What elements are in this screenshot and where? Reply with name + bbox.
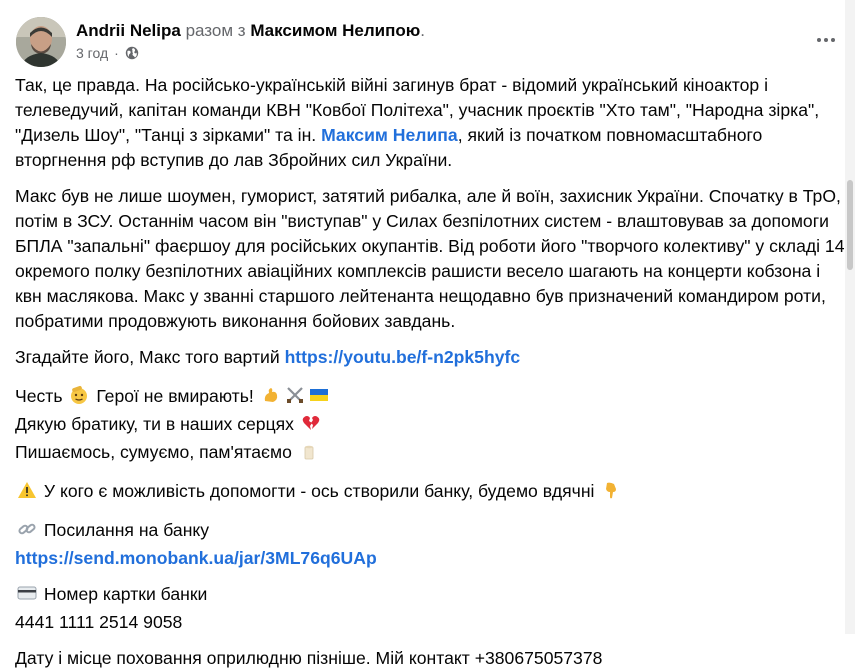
paragraph-6: Посилання на банку https://send.monobank… bbox=[15, 518, 845, 571]
honor-text: Честь bbox=[15, 386, 63, 406]
paragraph-8: Дату і місце поховання оприлюдню пізніше… bbox=[15, 648, 603, 668]
mention-link[interactable]: Максим Нелипа bbox=[321, 125, 458, 145]
scrollbar[interactable] bbox=[845, 0, 855, 634]
tagged-suffix: . bbox=[420, 21, 426, 40]
thanks-text: Дякую братику, ти в наших серцях bbox=[15, 414, 294, 434]
pointing-down-icon bbox=[601, 480, 621, 507]
card-number: 4441 1111 2514 9058 bbox=[15, 612, 183, 632]
post-meta: 3 год · bbox=[76, 45, 139, 61]
with-text: разом з bbox=[185, 21, 246, 40]
avatar[interactable] bbox=[16, 17, 66, 67]
tagged-person[interactable]: Максимом Нелипою bbox=[250, 21, 420, 40]
card-label: Номер картки банки bbox=[43, 584, 208, 604]
more-options-icon[interactable] bbox=[811, 28, 841, 52]
post-body: Так, це правда. На російсько-українській… bbox=[15, 73, 845, 671]
help-text: У кого є можливість допомогти - ось ство… bbox=[43, 481, 595, 501]
credit-card-icon bbox=[17, 583, 37, 610]
paragraph-2: Макс був не лише шоумен, гуморист, затят… bbox=[15, 186, 845, 331]
remember-text: Пишаємось, сумуємо, пам'ятаємо bbox=[15, 442, 292, 462]
warning-icon bbox=[17, 480, 37, 507]
ukraine-flag-icon bbox=[309, 385, 329, 412]
paragraph-3-text: Згадайте його, Макс того вартий bbox=[15, 347, 285, 367]
paragraph-5: У кого є можливість допомогти - ось ство… bbox=[15, 479, 845, 507]
link-icon bbox=[17, 519, 37, 546]
broken-heart-icon bbox=[301, 413, 321, 440]
candle-icon bbox=[299, 441, 319, 468]
scrollbar-thumb[interactable] bbox=[847, 180, 853, 270]
paragraph-4: Честь Герої не вмирають! Дякую братику, … bbox=[15, 384, 845, 468]
youtube-link[interactable]: https://youtu.be/f-n2pk5hyfc bbox=[285, 347, 521, 367]
crossed-swords-icon bbox=[285, 385, 305, 412]
avatar-image bbox=[16, 17, 66, 67]
post-header: Andrii Nelipa разом з Максимом Нелипою. bbox=[76, 20, 425, 42]
heroes-text: Герої не вмирають! bbox=[96, 386, 254, 406]
author-name[interactable]: Andrii Nelipa bbox=[76, 21, 181, 40]
facebook-post: Andrii Nelipa разом з Максимом Нелипою. … bbox=[0, 0, 855, 668]
salute-face-icon bbox=[69, 385, 89, 412]
paragraph-7: Номер картки банки 4441 1111 2514 9058 bbox=[15, 582, 845, 635]
jar-label: Посилання на банку bbox=[43, 520, 210, 540]
post-time[interactable]: 3 год bbox=[76, 45, 108, 61]
monobank-link[interactable]: https://send.monobank.ua/jar/3ML76q6UAp bbox=[15, 548, 377, 568]
flexed-biceps-icon bbox=[261, 385, 281, 412]
globe-icon[interactable] bbox=[125, 46, 139, 60]
paragraph-3: Згадайте його, Макс того вартий https://… bbox=[15, 345, 845, 370]
paragraph-1: Так, це правда. На російсько-українській… bbox=[15, 73, 845, 173]
meta-separator: · bbox=[114, 45, 119, 61]
